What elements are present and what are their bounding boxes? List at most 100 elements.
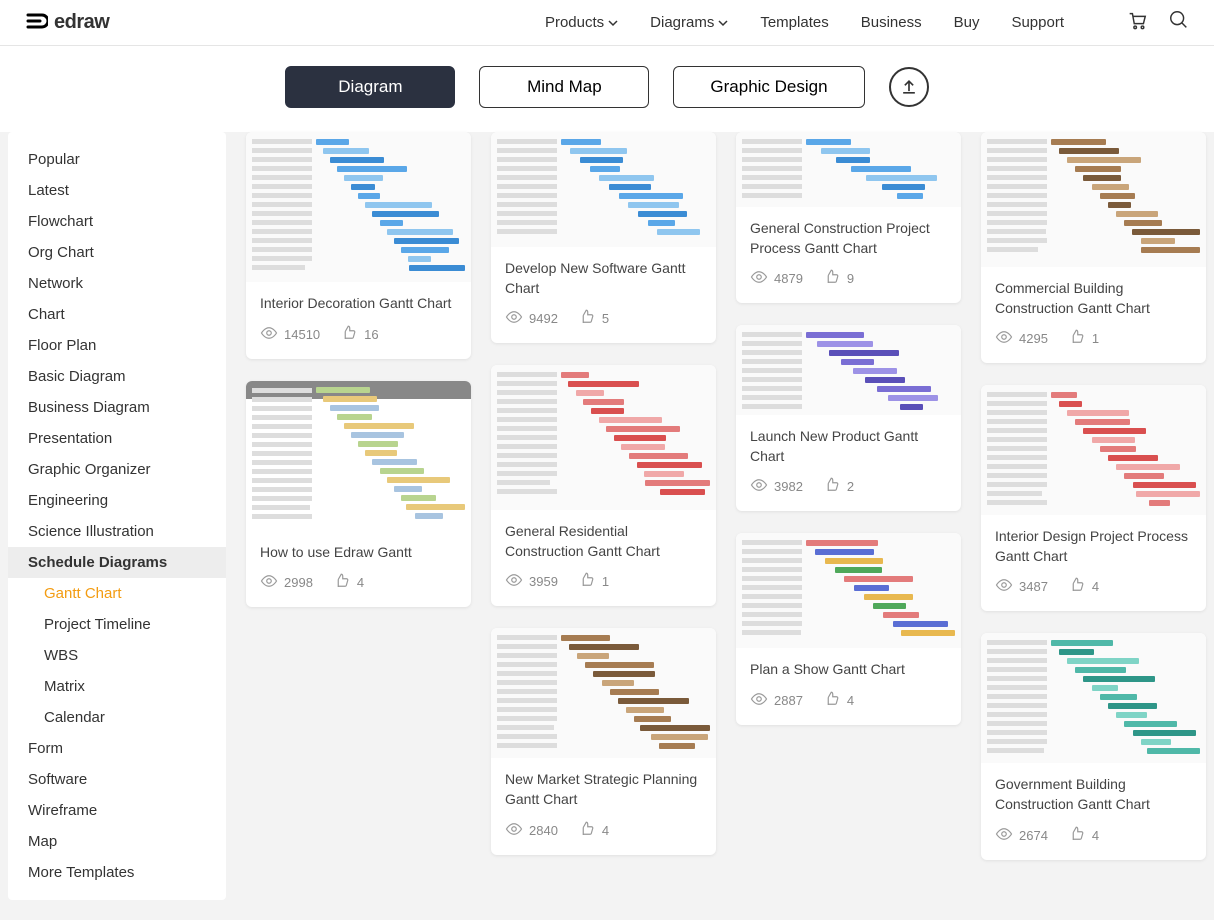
sidebar-item-latest[interactable]: Latest [8,175,226,206]
sidebar-item-wireframe[interactable]: Wireframe [8,795,226,826]
template-thumbnail [736,325,961,415]
template-title: General Residential Construction Gantt C… [505,522,702,561]
views-count: 2998 [260,572,313,593]
nav-diagrams[interactable]: Diagrams [650,14,728,31]
template-thumbnail [736,132,961,207]
eye-icon [505,820,523,841]
nav-label: Diagrams [650,14,714,31]
views-count: 3959 [505,571,558,592]
search-button[interactable] [1168,9,1190,36]
template-thumbnail [491,628,716,758]
template-card[interactable]: Interior Decoration Gantt Chart1451016 [246,132,471,359]
sidebar-sub-wbs[interactable]: WBS [8,640,226,671]
header: edraw Products Diagrams Templates Busine… [0,0,1214,46]
cart-icon [1126,9,1148,31]
template-card[interactable]: Interior Design Project Process Gantt Ch… [981,385,1206,611]
upload-button[interactable] [889,67,929,107]
template-title: Develop New Software Gantt Chart [505,259,702,298]
sidebar-item-org-chart[interactable]: Org Chart [8,237,226,268]
sidebar-item-engineering[interactable]: Engineering [8,485,226,516]
eye-icon [260,324,278,345]
sidebar-sub-gantt-chart[interactable]: Gantt Chart [8,578,226,609]
nav-products[interactable]: Products [545,14,618,31]
template-meta: 39591 [505,571,702,592]
template-meta: 3487 4 [995,576,1192,597]
thumbs-up-icon [1068,576,1086,597]
views-count: 3487 [995,576,1048,597]
template-meta: 28404 [505,820,702,841]
sidebar-item-map[interactable]: Map [8,826,226,857]
template-title: New Market Strategic Planning Gantt Char… [505,770,702,809]
sidebar-sub-matrix[interactable]: Matrix [8,671,226,702]
template-title: How to use Edraw Gantt [260,543,457,563]
sidebar-item-business-diagram[interactable]: Business Diagram [8,392,226,423]
nav-buy[interactable]: Buy [954,14,980,31]
views-count: 4295 [995,328,1048,349]
template-thumbnail [981,385,1206,515]
template-card[interactable]: Launch New Product Gantt Chart39822 [736,325,961,511]
gallery-col-3: General Construction Project Process Gan… [736,132,961,860]
logo-text: edraw [54,11,109,34]
likes-count: 16 [340,324,378,345]
content: PopularLatestFlowchartOrg ChartNetworkCh… [0,132,1214,920]
nav-label: Buy [954,14,980,31]
views-count: 2674 [995,825,1048,846]
nav-business[interactable]: Business [861,14,922,31]
template-card[interactable]: Commercial Building Construction Gantt C… [981,132,1206,363]
likes-count: 4 [1068,825,1099,846]
template-card[interactable]: Government Building Construction Gantt C… [981,633,1206,859]
sidebar-item-floor-plan[interactable]: Floor Plan [8,330,226,361]
tab-diagram[interactable]: Diagram [285,66,455,108]
thumbs-up-icon [333,572,351,593]
logo-icon [24,11,48,35]
chevron-down-icon [718,18,728,28]
sidebar-item-form[interactable]: Form [8,733,226,764]
eye-icon [750,476,768,497]
sidebar-item-science-illustration[interactable]: Science Illustration [8,516,226,547]
likes-count: 4 [1068,576,1099,597]
views-count: 4879 [750,268,803,289]
cart-button[interactable] [1126,9,1148,36]
sidebar-item-flowchart[interactable]: Flowchart [8,206,226,237]
thumbs-up-icon [823,690,841,711]
template-card[interactable]: Develop New Software Gantt Chart94925 [491,132,716,343]
thumbs-up-icon [578,571,596,592]
template-card[interactable]: General Residential Construction Gantt C… [491,365,716,606]
thumbs-up-icon [823,476,841,497]
template-meta: 29984 [260,572,457,593]
template-meta: 2674 4 [995,825,1192,846]
sidebar-item-schedule-diagrams[interactable]: Schedule Diagrams [8,547,226,578]
likes-count: 1 [1068,328,1099,349]
template-card[interactable]: How to use Edraw Gantt 29984 [246,381,471,608]
template-meta: 39822 [750,476,947,497]
template-meta: 4295 1 [995,328,1192,349]
sidebar-item-basic-diagram[interactable]: Basic Diagram [8,361,226,392]
sidebar-sub-project-timeline[interactable]: Project Timeline [8,609,226,640]
sidebar-item-graphic-organizer[interactable]: Graphic Organizer [8,454,226,485]
nav-templates[interactable]: Templates [760,14,828,31]
gallery-col-2: Develop New Software Gantt Chart94925 Gen… [491,132,716,860]
views-count: 2887 [750,690,803,711]
sidebar-item-more-templates[interactable]: More Templates [8,857,226,888]
nav-support[interactable]: Support [1011,14,1064,31]
sidebar-item-software[interactable]: Software [8,764,226,795]
gallery-col-4: Commercial Building Construction Gantt C… [981,132,1206,860]
logo[interactable]: edraw [24,11,109,35]
tab-mindmap[interactable]: Mind Map [479,66,649,108]
sidebar: PopularLatestFlowchartOrg ChartNetworkCh… [8,132,226,900]
template-title: Plan a Show Gantt Chart [750,660,947,680]
template-card[interactable]: General Construction Project Process Gan… [736,132,961,303]
sidebar-item-presentation[interactable]: Presentation [8,423,226,454]
template-meta: 48799 [750,268,947,289]
thumbs-up-icon [1068,825,1086,846]
thumbs-up-icon [578,820,596,841]
sidebar-item-chart[interactable]: Chart [8,299,226,330]
tab-graphic-design[interactable]: Graphic Design [673,66,864,108]
nav-label: Business [861,14,922,31]
sidebar-sub-calendar[interactable]: Calendar [8,702,226,733]
template-card[interactable]: Plan a Show Gantt Chart28874 [736,533,961,725]
sidebar-item-network[interactable]: Network [8,268,226,299]
views-count: 3982 [750,476,803,497]
sidebar-item-popular[interactable]: Popular [8,144,226,175]
gallery-col-1: Interior Decoration Gantt Chart1451016Ho… [246,132,471,860]
